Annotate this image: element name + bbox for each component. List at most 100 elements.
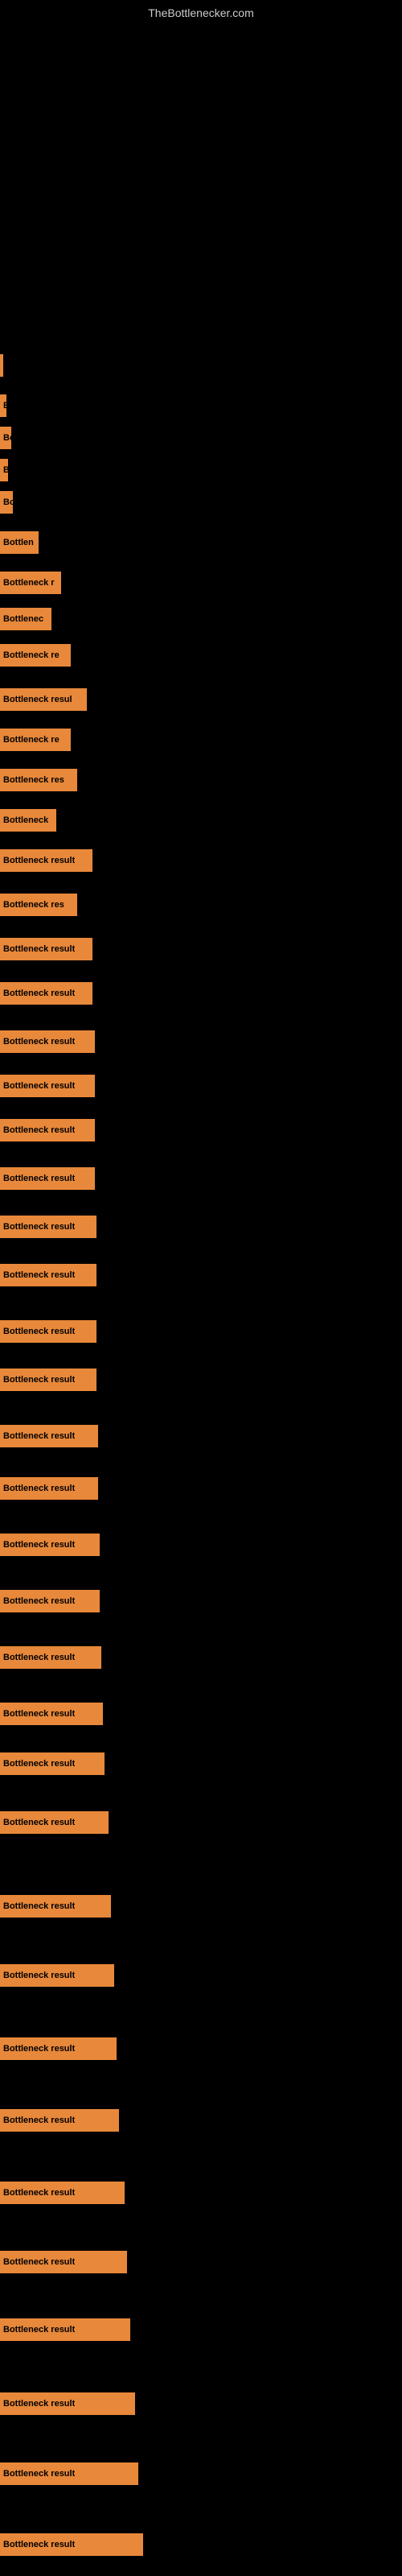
- bar-label-27: Bottleneck result: [3, 1484, 75, 1493]
- bar-row-20: Bottleneck result: [0, 1119, 95, 1141]
- bar-row-37: Bottleneck result: [0, 2109, 119, 2132]
- bar-fill-24: Bottleneck result: [0, 1320, 96, 1343]
- bar-fill-16: Bottleneck result: [0, 938, 92, 960]
- bar-fill-9: Bottleneck re: [0, 644, 71, 667]
- bar-fill-5: Bo: [0, 491, 13, 514]
- bar-fill-2: B: [0, 394, 6, 417]
- bar-label-17: Bottleneck result: [3, 989, 75, 998]
- bar-label-8: Bottlenec: [3, 614, 43, 624]
- bar-row-41: Bottleneck result: [0, 2392, 135, 2415]
- bar-label-5: Bo: [3, 497, 13, 507]
- bar-label-7: Bottleneck r: [3, 578, 55, 588]
- bar-label-33: Bottleneck result: [3, 1818, 75, 1827]
- bar-row-19: Bottleneck result: [0, 1075, 95, 1097]
- bar-row-3: Bo: [0, 427, 11, 449]
- bar-row-32: Bottleneck result: [0, 1752, 105, 1775]
- bar-label-41: Bottleneck result: [3, 2399, 75, 2409]
- bar-fill-35: Bottleneck result: [0, 1964, 114, 1987]
- bar-row-6: Bottlen: [0, 531, 39, 554]
- bar-row-9: Bottleneck re: [0, 644, 71, 667]
- bar-row-12: Bottleneck res: [0, 769, 77, 791]
- bar-row-33: Bottleneck result: [0, 1811, 109, 1834]
- bar-label-35: Bottleneck result: [3, 1971, 75, 1980]
- bar-label-40: Bottleneck result: [3, 2325, 75, 2334]
- bar-label-3: Bo: [3, 433, 11, 443]
- bar-label-31: Bottleneck result: [3, 1709, 75, 1719]
- bar-label-2: B: [3, 401, 6, 411]
- bar-fill-37: Bottleneck result: [0, 2109, 119, 2132]
- bar-fill-14: Bottleneck result: [0, 849, 92, 872]
- bar-fill-11: Bottleneck re: [0, 729, 71, 751]
- bar-row-22: Bottleneck result: [0, 1216, 96, 1238]
- bar-row-18: Bottleneck result: [0, 1030, 95, 1053]
- bar-fill-42: Bottleneck result: [0, 2462, 138, 2485]
- bar-row-26: Bottleneck result: [0, 1425, 98, 1447]
- bar-label-16: Bottleneck result: [3, 944, 75, 954]
- bar-fill-26: Bottleneck result: [0, 1425, 98, 1447]
- bar-fill-28: Bottleneck result: [0, 1534, 100, 1556]
- bar-row-35: Bottleneck result: [0, 1964, 114, 1987]
- bar-row-34: Bottleneck result: [0, 1895, 111, 1918]
- bar-fill-40: Bottleneck result: [0, 2318, 130, 2341]
- bar-row-24: Bottleneck result: [0, 1320, 96, 1343]
- bar-fill-7: Bottleneck r: [0, 572, 61, 594]
- bar-row-29: Bottleneck result: [0, 1590, 100, 1612]
- bar-row-25: Bottleneck result: [0, 1368, 96, 1391]
- bar-row-8: Bottlenec: [0, 608, 51, 630]
- bar-fill-39: Bottleneck result: [0, 2251, 127, 2273]
- bar-row-40: Bottleneck result: [0, 2318, 130, 2341]
- bar-row-42: Bottleneck result: [0, 2462, 138, 2485]
- bar-fill-23: Bottleneck result: [0, 1264, 96, 1286]
- bar-label-30: Bottleneck result: [3, 1653, 75, 1662]
- bar-label-34: Bottleneck result: [3, 1901, 75, 1911]
- bar-fill-41: Bottleneck result: [0, 2392, 135, 2415]
- bar-label-18: Bottleneck result: [3, 1037, 75, 1046]
- bar-fill-31: Bottleneck result: [0, 1703, 103, 1725]
- bar-row-27: Bottleneck result: [0, 1477, 98, 1500]
- bar-fill-21: Bottleneck result: [0, 1167, 95, 1190]
- bar-label-38: Bottleneck result: [3, 2188, 75, 2198]
- bar-fill-10: Bottleneck resul: [0, 688, 87, 711]
- bar-row-7: Bottleneck r: [0, 572, 61, 594]
- bar-fill-18: Bottleneck result: [0, 1030, 95, 1053]
- bar-label-9: Bottleneck re: [3, 650, 59, 660]
- bar-row-39: Bottleneck result: [0, 2251, 127, 2273]
- bar-row-23: Bottleneck result: [0, 1264, 96, 1286]
- bar-label-37: Bottleneck result: [3, 2116, 75, 2125]
- bar-fill-1: [0, 354, 3, 377]
- bar-label-22: Bottleneck result: [3, 1222, 75, 1232]
- bar-fill-30: Bottleneck result: [0, 1646, 101, 1669]
- bar-row-1: [0, 354, 3, 377]
- bar-row-38: Bottleneck result: [0, 2182, 125, 2204]
- bar-row-36: Bottleneck result: [0, 2037, 117, 2060]
- bar-fill-13: Bottleneck: [0, 809, 56, 832]
- bar-label-6: Bottlen: [3, 538, 34, 547]
- bar-row-14: Bottleneck result: [0, 849, 92, 872]
- bar-label-43: Bottleneck result: [3, 2540, 75, 2549]
- bar-row-43: Bottleneck result: [0, 2533, 143, 2556]
- bar-label-10: Bottleneck resul: [3, 695, 72, 704]
- bar-row-31: Bottleneck result: [0, 1703, 103, 1725]
- bar-row-28: Bottleneck result: [0, 1534, 100, 1556]
- bar-row-17: Bottleneck result: [0, 982, 92, 1005]
- bar-fill-15: Bottleneck res: [0, 894, 77, 916]
- bar-row-4: B: [0, 459, 8, 481]
- bar-row-15: Bottleneck res: [0, 894, 77, 916]
- bar-fill-3: Bo: [0, 427, 11, 449]
- bar-row-21: Bottleneck result: [0, 1167, 95, 1190]
- bar-fill-36: Bottleneck result: [0, 2037, 117, 2060]
- bar-fill-38: Bottleneck result: [0, 2182, 125, 2204]
- bar-label-28: Bottleneck result: [3, 1540, 75, 1550]
- bar-fill-22: Bottleneck result: [0, 1216, 96, 1238]
- bar-label-15: Bottleneck res: [3, 900, 64, 910]
- bar-fill-17: Bottleneck result: [0, 982, 92, 1005]
- bar-label-24: Bottleneck result: [3, 1327, 75, 1336]
- bar-fill-33: Bottleneck result: [0, 1811, 109, 1834]
- bar-label-14: Bottleneck result: [3, 856, 75, 865]
- bar-fill-12: Bottleneck res: [0, 769, 77, 791]
- bar-row-11: Bottleneck re: [0, 729, 71, 751]
- bar-fill-4: B: [0, 459, 8, 481]
- bar-fill-43: Bottleneck result: [0, 2533, 143, 2556]
- bar-row-5: Bo: [0, 491, 13, 514]
- bar-row-10: Bottleneck resul: [0, 688, 87, 711]
